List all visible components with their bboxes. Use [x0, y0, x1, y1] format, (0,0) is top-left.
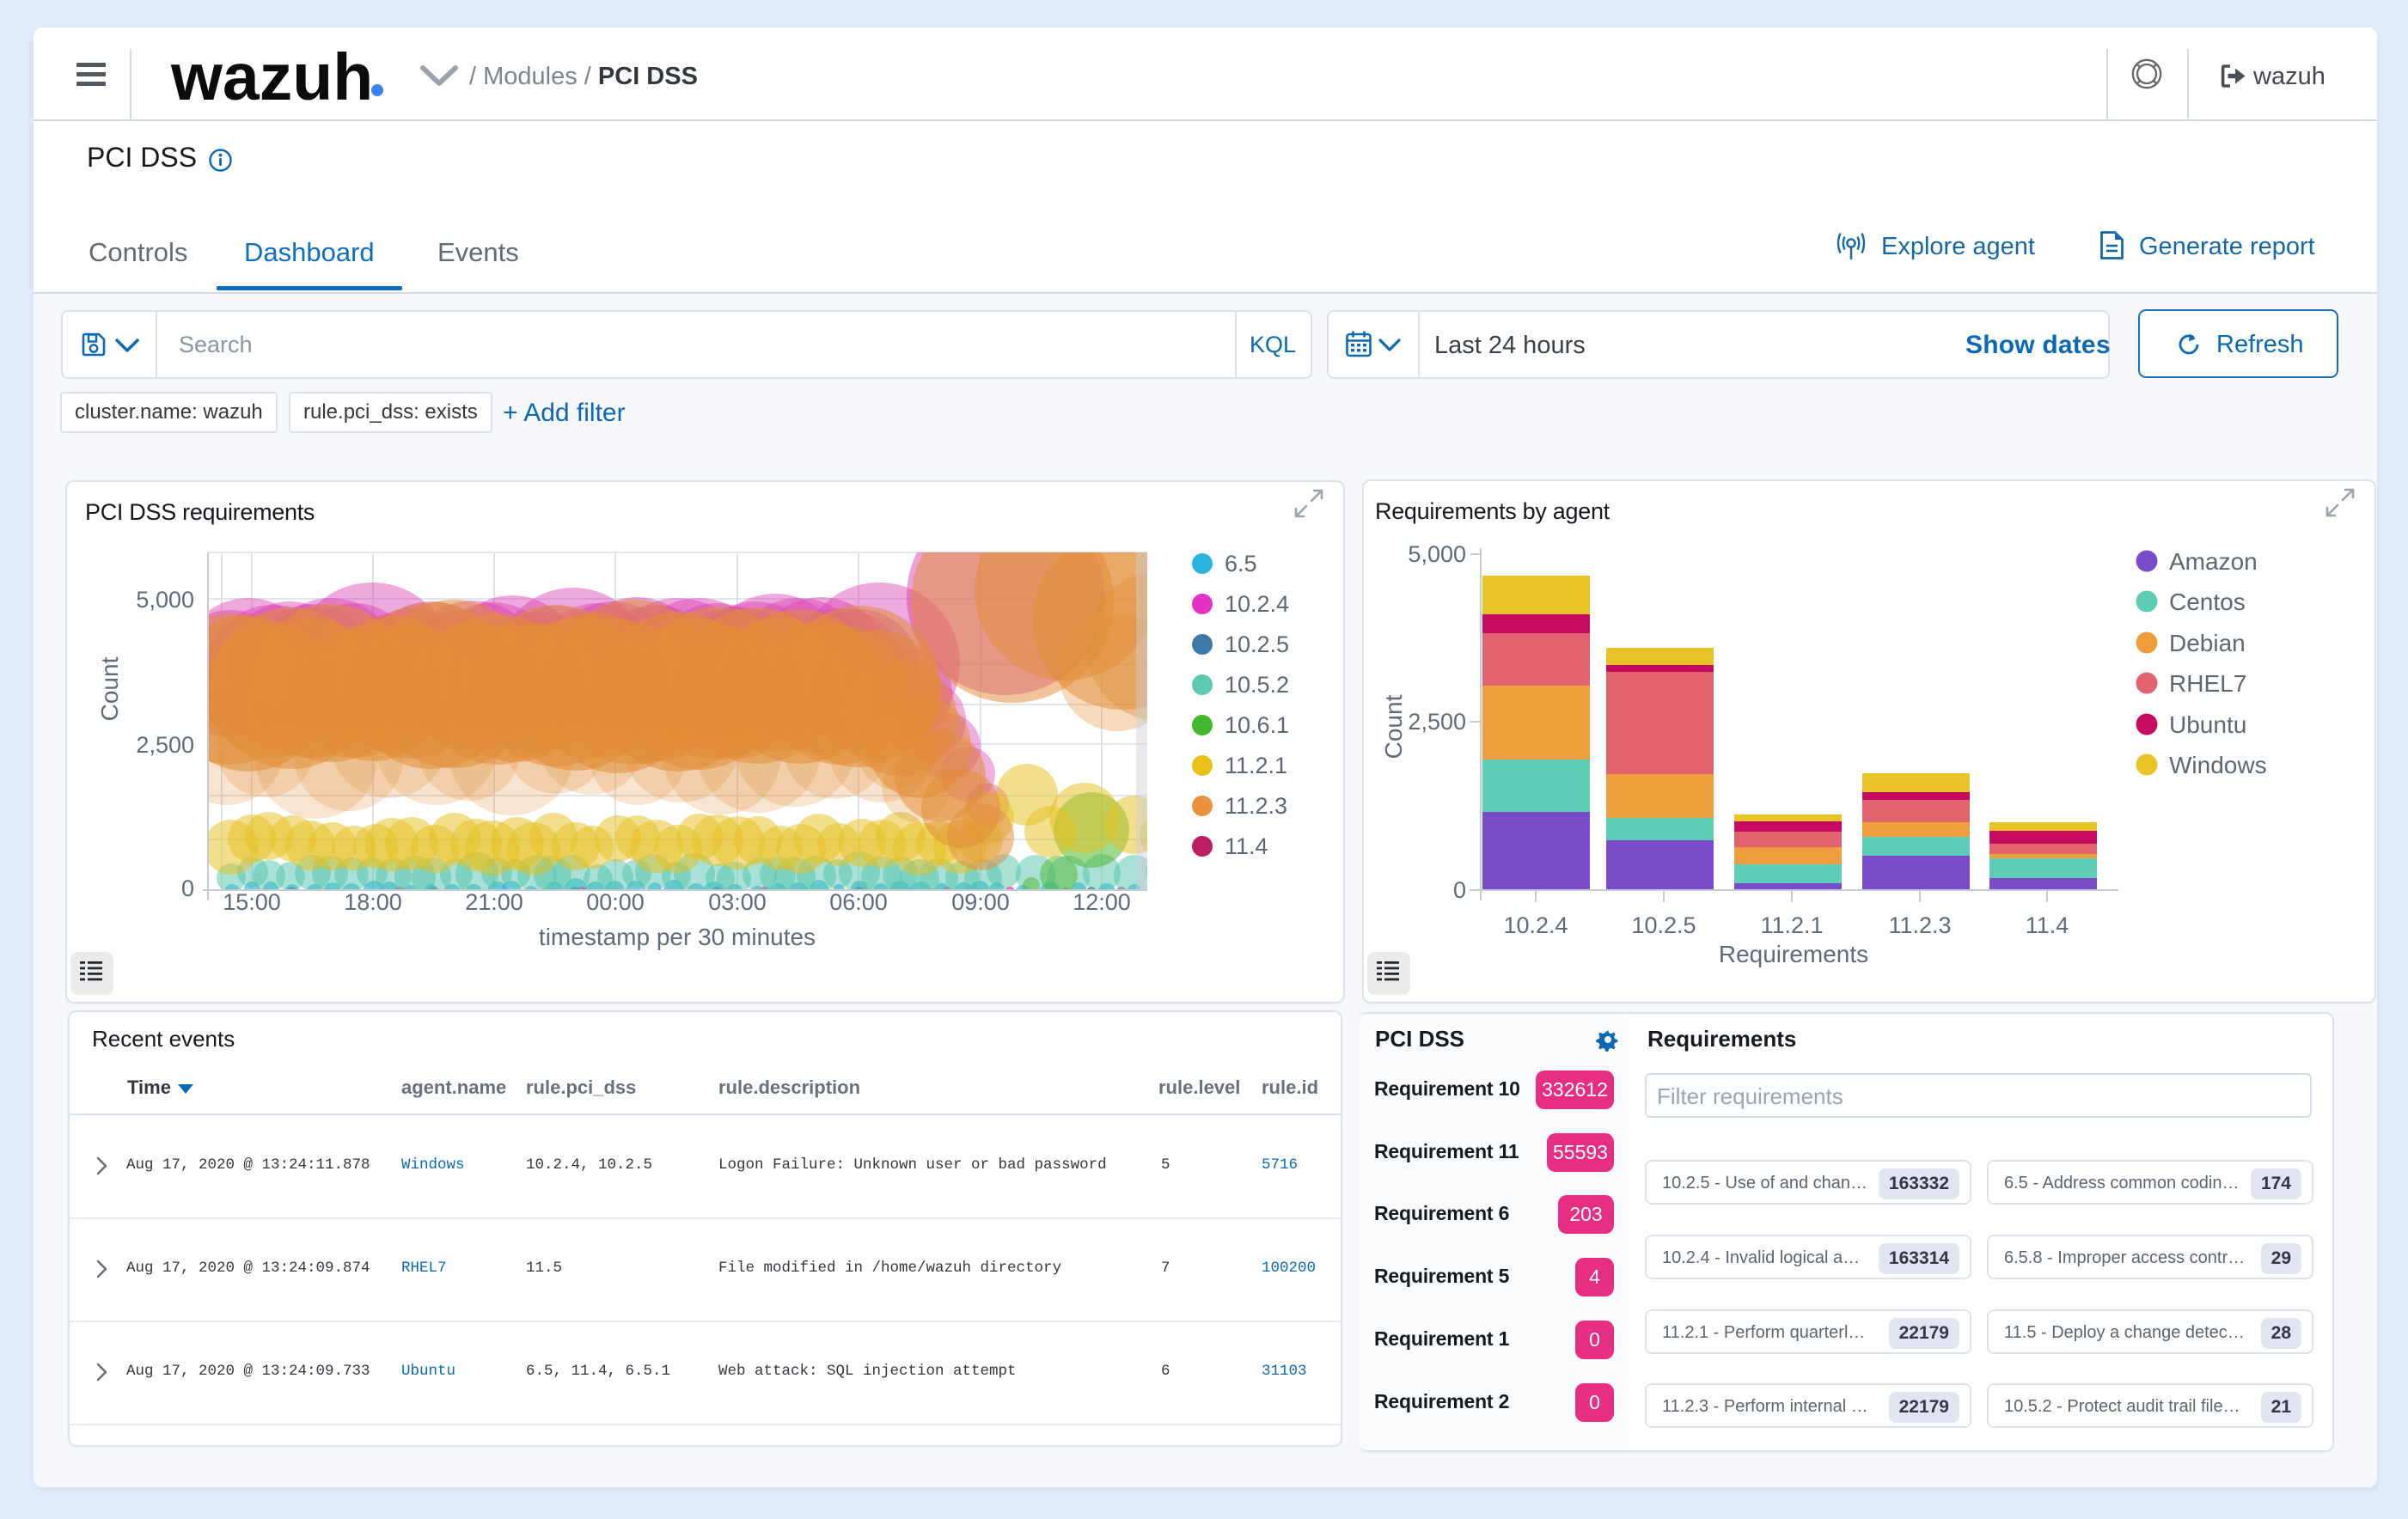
svg-text:03:00: 03:00	[708, 889, 767, 915]
svg-text:21:00: 21:00	[465, 889, 523, 915]
svg-text:0: 0	[181, 875, 194, 901]
svg-text:09:00: 09:00	[951, 889, 1010, 915]
svg-text:12:00: 12:00	[1073, 889, 1131, 915]
svg-text:11.2.1: 11.2.1	[1760, 912, 1823, 938]
svg-text:6.5: 6.5	[1225, 551, 1257, 576]
svg-text:11.2.3: 11.2.3	[1888, 912, 1951, 938]
svg-text:2,500: 2,500	[136, 732, 194, 758]
svg-text:06:00: 06:00	[829, 889, 888, 915]
svg-text:10.6.1: 10.6.1	[1225, 712, 1289, 738]
svg-text:2,500: 2,500	[1408, 709, 1466, 735]
svg-text:0: 0	[1453, 877, 1466, 903]
svg-text:5,000: 5,000	[136, 587, 194, 613]
svg-text:Count: Count	[1380, 694, 1407, 759]
svg-text:10.2.5: 10.2.5	[1631, 912, 1696, 938]
svg-text:10.5.2: 10.5.2	[1225, 672, 1289, 698]
svg-text:00:00: 00:00	[586, 889, 645, 915]
svg-text:Centos: Centos	[2169, 589, 2246, 615]
svg-text:18:00: 18:00	[344, 889, 402, 915]
svg-text:11.2.3: 11.2.3	[1225, 793, 1287, 819]
svg-text:5,000: 5,000	[1408, 541, 1466, 567]
svg-text:11.2.1: 11.2.1	[1225, 753, 1287, 778]
svg-text:10.2.4: 10.2.4	[1503, 912, 1568, 938]
svg-text:Ubuntu: Ubuntu	[2169, 711, 2246, 738]
svg-text:Debian: Debian	[2169, 630, 2246, 656]
svg-text:Count: Count	[96, 656, 123, 721]
svg-text:10.2.5: 10.2.5	[1225, 631, 1289, 657]
svg-text:10.2.4: 10.2.4	[1225, 591, 1289, 617]
svg-text:RHEL7: RHEL7	[2169, 670, 2246, 697]
svg-text:Amazon: Amazon	[2169, 548, 2258, 575]
svg-text:timestamp per 30 minutes: timestamp per 30 minutes	[539, 924, 816, 950]
svg-text:11.4: 11.4	[1225, 833, 1268, 859]
svg-text:15:00: 15:00	[223, 889, 281, 915]
svg-text:11.4: 11.4	[2026, 912, 2069, 938]
svg-text:Requirements: Requirements	[1719, 941, 1868, 967]
svg-text:Windows: Windows	[2169, 752, 2267, 778]
